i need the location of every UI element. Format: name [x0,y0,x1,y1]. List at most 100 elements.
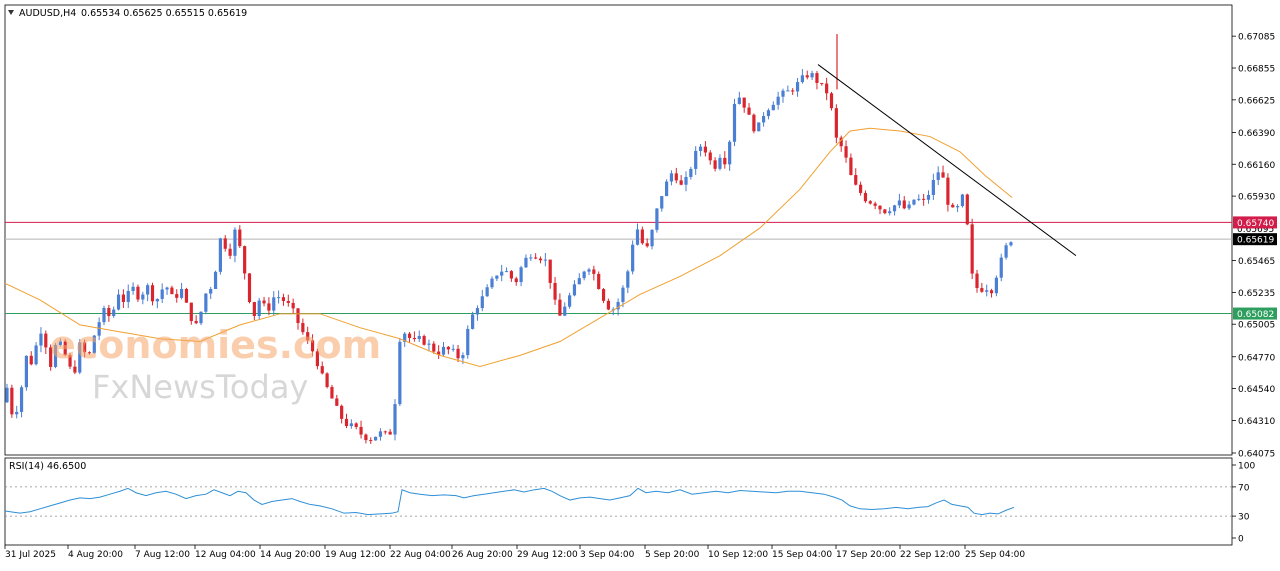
rsi-label: RSI(14) 46.6500 [9,461,86,472]
candle-body [475,308,480,315]
candle-body [854,175,858,185]
candle-body [548,259,552,283]
time-tick-label: 31 Jul 2025 [5,550,56,560]
candle-body [73,366,77,373]
candle-body [1004,245,1008,258]
candle-body [330,387,334,399]
candle-body [931,179,935,195]
candle-body [694,150,698,169]
candle-body [112,309,116,317]
candle-body [776,96,780,105]
candle-body [762,116,766,123]
time-tick-label: 12 Aug 04:00 [195,550,256,560]
candle-body [553,282,557,300]
candle-body [708,152,712,161]
candle-body [965,194,969,225]
candle-body [989,290,994,294]
time-axis: 31 Jul 2025 4 Aug 20:00 7 Aug 12:00 12 Aug … [4,545,1025,560]
candle-body [369,440,373,442]
price-tick-label: 0.64075 [1238,450,1275,460]
price-tick-label: 0.64770 [1238,353,1275,363]
candle-body [534,257,538,259]
candle-body [640,229,644,244]
price-tick-label: 0.64540 [1238,385,1275,395]
candle-body [141,294,145,300]
candle-body [388,431,392,435]
candle-body [456,348,460,359]
candle-body [335,398,339,406]
candle-body [175,294,179,298]
candle-body [994,277,998,294]
candle-body [703,146,707,153]
candle-body [495,275,499,279]
candle-body [820,82,824,84]
candle-body [863,192,868,202]
candle-body [218,238,222,272]
collapse-triangle-icon[interactable] [8,10,14,15]
time-tick-label: 5 Sep 20:00 [645,550,700,560]
candle-body [165,287,169,290]
candle-body [650,229,654,247]
candle-body [655,208,659,230]
candle-body [951,204,955,208]
candle-body [606,300,610,310]
candle-body [131,286,135,291]
candle-body [199,311,203,324]
candle-body [102,308,106,323]
candle-body [107,308,111,317]
candle-body [786,90,790,92]
candle-body [674,173,678,181]
time-tick-label: 3 Sep 04:00 [580,550,635,560]
time-tick-label: 4 Aug 20:00 [68,550,123,560]
candle-body [563,306,567,316]
candle-body [432,343,436,352]
candle-body [747,107,751,115]
candle-body [684,176,688,185]
candle-body [277,297,281,299]
time-tick-label: 22 Aug 04:00 [390,550,451,560]
price-label-resistance: 0.65740 [1237,219,1274,229]
time-tick-label: 22 Sep 12:00 [900,550,960,560]
candle-body [834,108,838,138]
candle-body [223,238,227,249]
candle-body [621,287,625,302]
watermark-line2: FxNewsToday [92,368,308,406]
candle-body [407,333,412,338]
candle-body [825,83,829,94]
candle-body [941,172,945,178]
candle-body [344,418,349,427]
candle-body [281,297,286,301]
candle-body [985,290,989,292]
price-tick-label: 0.65005 [1238,321,1275,331]
candle-body [587,269,591,272]
time-tick-label: 14 Aug 20:00 [260,550,321,560]
candle-body [669,173,674,182]
rsi-tick-label: 100 [1238,462,1255,472]
candle-body [136,286,140,300]
time-tick-label: 7 Aug 12:00 [135,550,190,560]
candle-body [383,431,387,433]
candle-body [1009,242,1013,246]
candle-body [868,201,872,204]
candle-body [597,273,601,290]
candle-body [665,181,669,197]
candle-body [238,229,242,247]
candle-body [742,97,746,108]
candle-body [325,373,329,388]
candle-body [582,271,586,279]
candle-body [228,248,232,256]
candle-body [441,346,446,355]
candle-body [723,157,727,165]
price-tick-label: 0.66390 [1238,129,1275,139]
candle-body [461,355,465,359]
candle-body [892,205,897,212]
price-tick-label: 0.66625 [1238,96,1275,106]
candle-body [267,303,271,311]
candle-body [480,296,484,309]
candle-body [121,294,125,302]
candle-body [912,199,916,205]
candle-body [732,103,737,142]
candle-body [829,93,834,109]
candle-body [922,198,926,200]
candle-body [10,387,14,415]
